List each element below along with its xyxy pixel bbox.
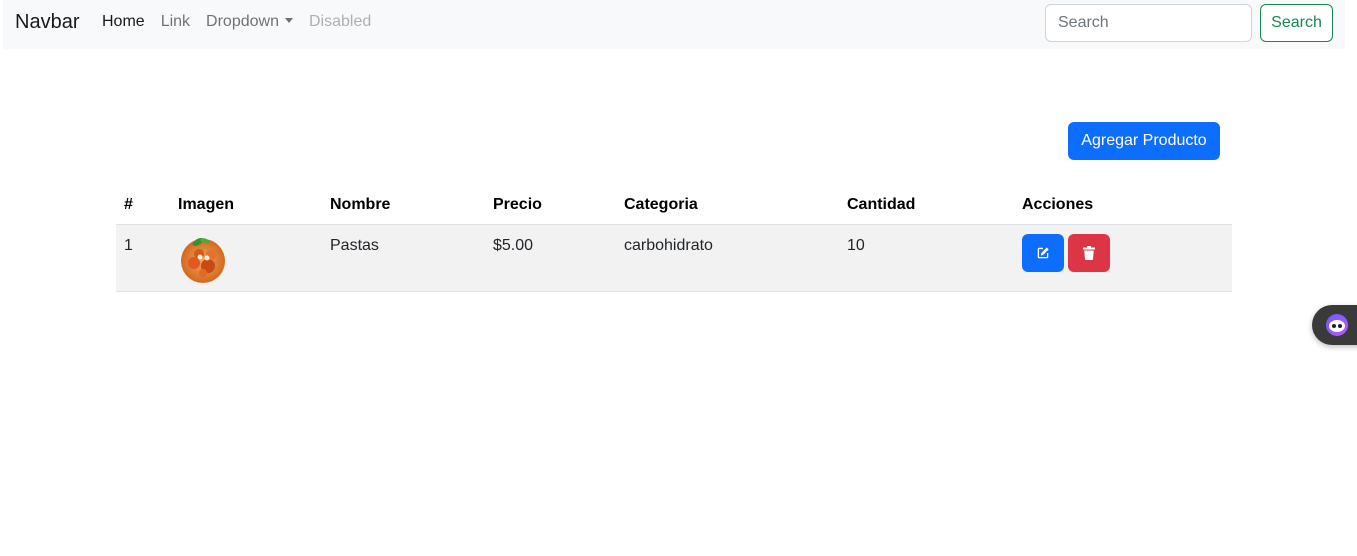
table-row: 1 Pastas $5.00 carbohidrato 10 xyxy=(116,224,1232,292)
products-table: # Imagen Nombre Precio Categoria Cantida… xyxy=(116,186,1232,292)
header-price: Precio xyxy=(485,186,616,225)
cell-image xyxy=(170,224,322,292)
search-button[interactable]: Search xyxy=(1260,4,1333,42)
header-number: # xyxy=(116,186,170,225)
cell-category: carbohidrato xyxy=(616,224,839,292)
nav-link-home[interactable]: Home xyxy=(102,13,145,31)
table-header-row: # Imagen Nombre Precio Categoria Cantida… xyxy=(116,186,1232,225)
cell-price: $5.00 xyxy=(485,224,616,292)
navbar: Navbar Home Link Dropdown Disabled Searc… xyxy=(3,0,1345,49)
row-actions xyxy=(1022,233,1224,272)
delete-button[interactable] xyxy=(1068,233,1110,272)
pasta-image xyxy=(181,237,225,283)
header-quantity: Cantidad xyxy=(839,186,1014,225)
assistant-face-icon xyxy=(1326,314,1348,336)
edit-button[interactable] xyxy=(1022,233,1064,272)
nav-dropdown[interactable]: Dropdown xyxy=(206,13,293,31)
header-actions: Acciones xyxy=(1014,186,1232,225)
header-name: Nombre xyxy=(322,186,485,225)
trash-icon xyxy=(1083,245,1095,260)
nav-link-link[interactable]: Link xyxy=(161,13,190,31)
nav-links: Home Link Dropdown Disabled xyxy=(102,13,387,31)
caret-down-icon xyxy=(284,18,293,23)
nav-dropdown-label: Dropdown xyxy=(206,13,279,30)
cell-actions xyxy=(1014,224,1232,292)
header-category: Categoria xyxy=(616,186,839,225)
navbar-brand[interactable]: Navbar xyxy=(15,11,79,34)
nav-link-disabled: Disabled xyxy=(308,13,372,30)
edit-icon xyxy=(1037,246,1049,258)
cell-quantity: 10 xyxy=(839,224,1014,292)
header-image: Imagen xyxy=(170,186,322,225)
assistant-widget[interactable] xyxy=(1312,305,1357,345)
cell-name: Pastas xyxy=(322,224,485,292)
cell-number: 1 xyxy=(116,224,170,292)
add-product-button[interactable]: Agregar Producto xyxy=(1068,122,1220,160)
search-input[interactable] xyxy=(1045,4,1252,42)
